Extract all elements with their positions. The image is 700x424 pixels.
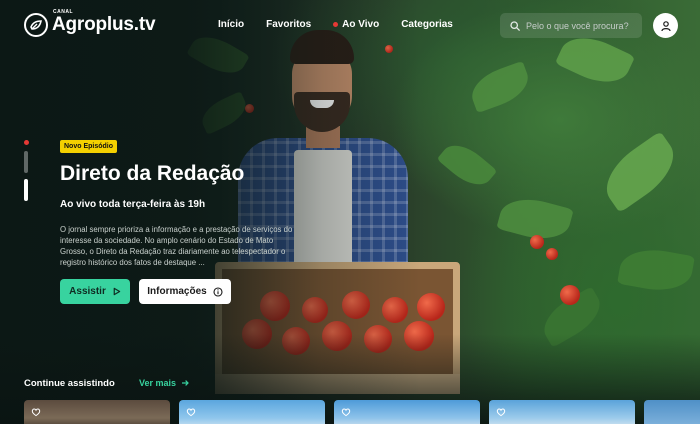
arrow-right-icon <box>182 380 189 386</box>
episode-thumbnail[interactable] <box>334 400 480 424</box>
play-button[interactable]: Assistir <box>60 279 130 304</box>
new-episode-badge: Novo Episódio <box>60 140 117 153</box>
info-icon <box>213 286 223 297</box>
nav-item-ao-vivo-label: Ao Vivo <box>342 19 380 30</box>
slide-indicator-bar-active[interactable] <box>24 179 28 201</box>
live-dot-icon <box>333 22 339 27</box>
play-button-label: Assistir <box>69 286 106 297</box>
episode-thumbnail[interactable] <box>24 400 170 424</box>
heart-icon[interactable] <box>186 407 196 417</box>
search-icon <box>510 20 520 31</box>
heart-icon[interactable] <box>496 407 506 417</box>
logo-mark-icon <box>24 13 48 37</box>
nav-item-categorias[interactable]: Categorias <box>401 19 453 30</box>
see-more-link[interactable]: Ver mais <box>139 378 189 388</box>
nav-item-favoritos[interactable]: Favoritos <box>266 19 311 30</box>
continue-watching-list <box>24 400 700 424</box>
continue-watching-title: Continue assistindo <box>24 378 115 389</box>
search-box[interactable] <box>500 13 642 38</box>
brand-name-text: Agroplus.tv <box>52 14 156 35</box>
see-more-label: Ver mais <box>139 378 177 388</box>
hero-title: Direto da Redação <box>60 162 245 185</box>
user-icon <box>660 20 671 31</box>
episode-thumbnail[interactable] <box>179 400 325 424</box>
heart-icon[interactable] <box>31 407 41 417</box>
brand-logo[interactable]: CANAL Agroplus.tv <box>24 9 156 37</box>
info-button[interactable]: Informações <box>139 279 231 304</box>
nav-item-ao-vivo[interactable]: Ao Vivo <box>333 19 379 30</box>
search-input[interactable] <box>526 20 636 31</box>
hero-subtitle: Ao vivo toda terça-feira às 19h <box>60 199 206 210</box>
play-icon <box>113 287 121 296</box>
nav-item-inicio[interactable]: Início <box>218 19 244 30</box>
user-avatar-button[interactable] <box>653 13 678 38</box>
slide-live-dot <box>24 140 29 145</box>
episode-thumbnail[interactable] <box>644 400 700 424</box>
heart-icon[interactable] <box>341 407 351 417</box>
slide-indicator-bar[interactable] <box>24 151 28 173</box>
main-nav: Início Favoritos Ao Vivo Categorias <box>218 19 475 30</box>
slide-indicator <box>24 140 30 201</box>
hero-description: O jornal sempre prioriza a informação e … <box>60 225 293 267</box>
hero-stage: CANAL Agroplus.tv Início Favoritos Ao Vi… <box>0 0 700 424</box>
info-button-label: Informações <box>147 286 207 297</box>
brand-canal-label: CANAL <box>53 9 73 15</box>
brand-name: CANAL Agroplus.tv <box>52 9 156 36</box>
top-navigation: CANAL Agroplus.tv Início Favoritos Ao Vi… <box>0 0 700 52</box>
episode-thumbnail[interactable] <box>489 400 635 424</box>
